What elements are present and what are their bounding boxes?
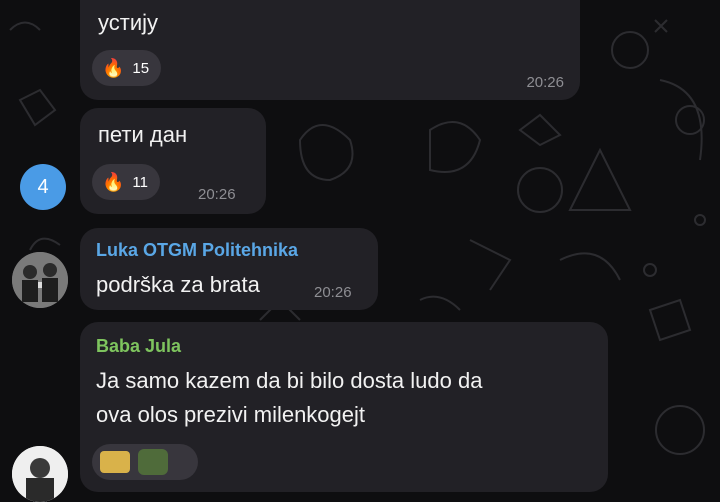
fire-emoji-icon: 🔥 <box>102 172 125 192</box>
unread-count: 4 <box>37 175 49 198</box>
custom-emoji-icon <box>138 449 168 475</box>
message-time: 20:26 <box>198 186 236 203</box>
reaction-count: 11 <box>132 173 148 191</box>
group-photo-icon <box>12 252 68 308</box>
message-text: пети дан <box>98 122 188 147</box>
message-time: 20:26 <box>314 284 352 301</box>
message-time: 20:26 <box>526 74 564 91</box>
message-text-line: Ja samo kazem da bi bilo dosta ludo da <box>96 368 483 393</box>
message-bubble[interactable]: Baba Jula Ja samo kazem da bi bilo dosta… <box>80 322 608 492</box>
sender-name[interactable]: Luka OTGM Politehnika <box>96 240 298 261</box>
reaction-chip[interactable]: 🔥 11 <box>92 164 160 200</box>
message-bubble[interactable]: Luka OTGM Politehnika podrška za brata 2… <box>80 228 378 310</box>
unread-count-badge[interactable]: 4 <box>20 164 66 210</box>
fire-emoji-icon: 🔥 <box>102 58 125 78</box>
sender-avatar[interactable] <box>12 446 68 502</box>
message-text: устију <box>98 10 159 35</box>
sender-avatar[interactable] <box>12 252 68 308</box>
reaction-chip[interactable]: 🔥 15 <box>92 50 162 86</box>
custom-emoji-icon <box>100 451 130 473</box>
message-text-line: ova olos prezivi milenkogejt <box>96 402 366 427</box>
reaction-count: 15 <box>132 59 150 77</box>
message-bubble[interactable]: устију 🔥 15 20:26 <box>80 0 580 100</box>
message-text: podrška za brata <box>96 272 260 297</box>
profile-photo-icon <box>12 446 68 502</box>
sender-name[interactable]: Baba Jula <box>96 336 181 357</box>
message-bubble[interactable]: пети дан 🔥 11 20:26 <box>80 108 266 214</box>
